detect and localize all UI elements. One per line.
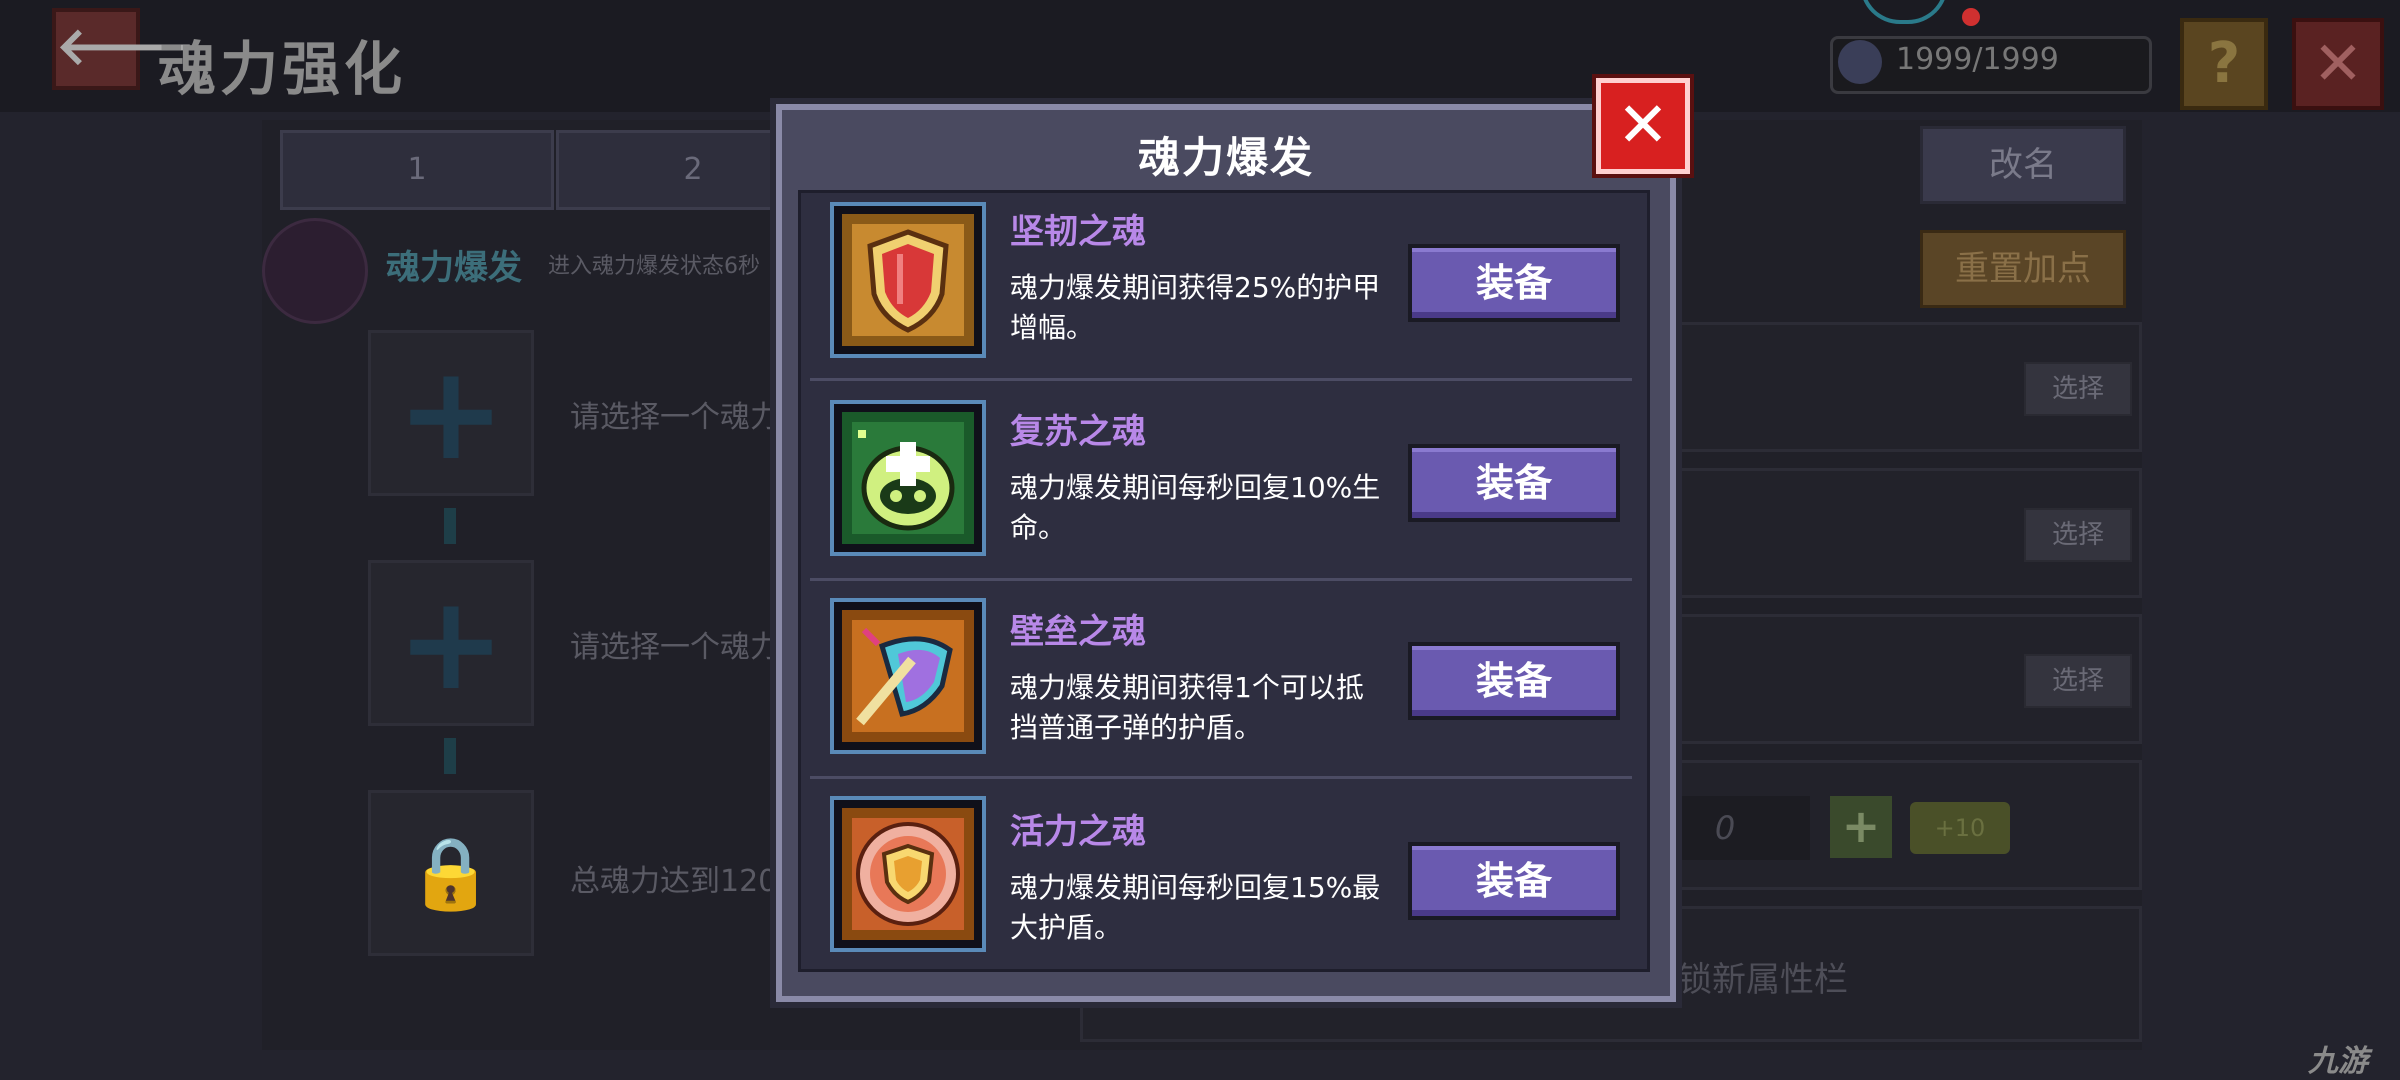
- slot-2-text: 请选择一个魂力: [570, 630, 780, 665]
- item-1-desc: 魂力爆发期间获得25%的护甲增幅。: [1010, 271, 1381, 344]
- equip-button-2[interactable]: 装备: [1408, 444, 1620, 522]
- slot-connector: [444, 508, 456, 544]
- page-title: 魂力强化: [158, 35, 407, 103]
- burst-name: 魂力爆发: [386, 248, 522, 288]
- item-3-desc: 魂力爆发期间获得1个可以抵挡普通子弹的护盾。: [1010, 671, 1364, 744]
- back-button[interactable]: 🡐: [52, 8, 195, 90]
- item-3-name: 壁垒之魂: [1010, 612, 1146, 652]
- plus-icon: +: [396, 567, 506, 719]
- soul-slot-1[interactable]: +: [368, 330, 534, 496]
- soul-icon: [1838, 40, 1882, 84]
- watermark-logo: 九游: [2308, 1044, 2368, 1079]
- soul-slot-2[interactable]: +: [368, 560, 534, 726]
- divider: [810, 776, 1632, 779]
- soul-counter-value: 1999/1999: [1896, 42, 2059, 77]
- equip-button-4[interactable]: 装备: [1408, 842, 1620, 920]
- slot-connector: [444, 738, 456, 774]
- add-10-button[interactable]: +10: [1910, 802, 2010, 854]
- shield-soul-icon: [842, 214, 974, 346]
- tab-1[interactable]: 1: [280, 130, 554, 210]
- equip-button-1[interactable]: 装备: [1408, 244, 1620, 322]
- modal-title: 魂力爆发: [1137, 133, 1314, 182]
- burst-desc: 进入魂力爆发状态6秒: [548, 254, 760, 279]
- close-page-button[interactable]: ✕: [2292, 18, 2384, 110]
- plus-icon: +: [396, 337, 506, 489]
- add-point-button[interactable]: +: [1830, 796, 1892, 858]
- item-4-desc: 魂力爆发期间每秒回复15%最大护盾。: [1010, 871, 1381, 944]
- burst-star-icon: [262, 218, 368, 324]
- modal-close-button[interactable]: ✕: [1596, 78, 1690, 174]
- notification-dot-icon: [1962, 8, 1980, 26]
- choose-button-1[interactable]: 选择: [2024, 362, 2132, 416]
- choose-button-3[interactable]: 选择: [2024, 654, 2132, 708]
- divider: [810, 578, 1632, 581]
- barrier-soul-icon: [842, 610, 974, 742]
- soul-slot-3: 🔒: [368, 790, 534, 956]
- item-2-desc: 魂力爆发期间每秒回复10%生命。: [1010, 471, 1381, 544]
- slot-1-text: 请选择一个魂力: [570, 400, 780, 435]
- divider: [810, 378, 1632, 381]
- vitality-soul-icon: [842, 808, 974, 940]
- rename-button[interactable]: 改名: [1920, 126, 2126, 204]
- item-2-name: 复苏之魂: [1010, 412, 1146, 452]
- item-4-icon-frame: [830, 796, 986, 952]
- item-1-name: 坚韧之魂: [1010, 212, 1146, 252]
- choose-button-2[interactable]: 选择: [2024, 508, 2132, 562]
- lock-icon: 🔒: [407, 832, 495, 914]
- slot-3-text: 总魂力达到120: [570, 864, 778, 899]
- equip-button-3[interactable]: 装备: [1408, 642, 1620, 720]
- reset-points-button[interactable]: 重置加点: [1920, 230, 2126, 308]
- revive-soul-icon: [842, 412, 974, 544]
- item-2-icon-frame: [830, 400, 986, 556]
- help-button[interactable]: ?: [2180, 18, 2268, 110]
- item-3-icon-frame: [830, 598, 986, 754]
- item-1-icon-frame: [830, 202, 986, 358]
- item-4-name: 活力之魂: [1010, 812, 1146, 852]
